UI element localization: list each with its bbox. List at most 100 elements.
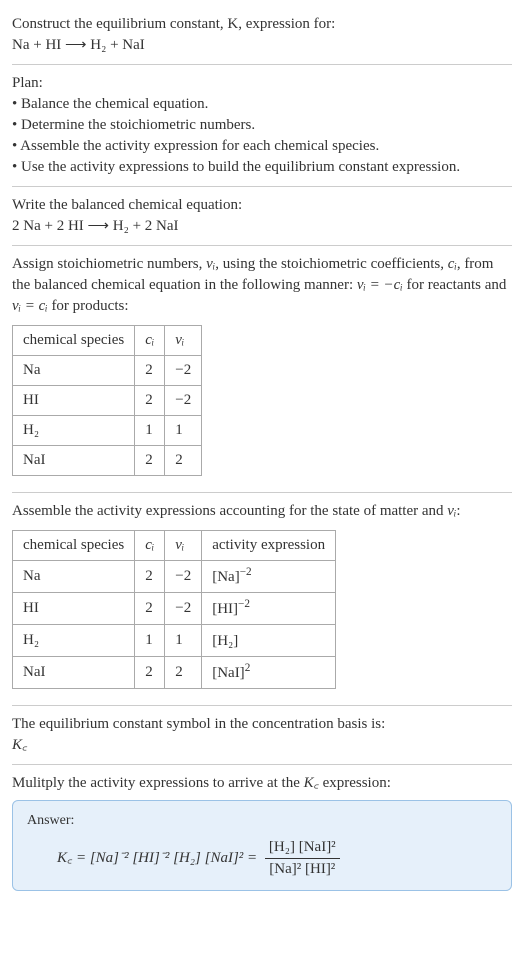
cell: [Na]−2 [202,561,336,593]
table-row: H₂ 1 1 [13,416,202,446]
cell: −2 [165,593,202,625]
table-row: HI 2 −2 [HI]−2 [13,593,336,625]
header-block: Construct the equilibrium constant, K, e… [12,8,512,62]
cell: 2 [135,561,165,593]
plan-item: • Determine the stoichiometric numbers. [12,115,512,136]
col-header: cᵢ [135,531,165,561]
multiply-block: Mulitply the activity expressions to arr… [12,767,512,897]
fraction-denominator: [Na]² [HI]² [265,859,340,880]
col-header: chemical species [13,326,135,356]
cell: −2 [165,356,202,386]
activity-table: chemical species cᵢ νᵢ activity expressi… [12,530,336,689]
table-row: HI 2 −2 [13,386,202,416]
plan-item: • Balance the chemical equation. [12,94,512,115]
text: Assign stoichiometric numbers, [12,256,206,272]
cell: −2 [165,561,202,593]
fraction-numerator: [H₂] [NaI]² [265,837,340,859]
table-row: NaI 2 2 [NaI]2 [13,657,336,689]
col-header: chemical species [13,531,135,561]
text: , using the stoichiometric coefficients, [215,256,448,272]
col-header: νᵢ [165,326,202,356]
balanced-equation: 2 Na + 2 HI ⟶ H₂ + 2 NaI [12,216,512,237]
stoich-table: chemical species cᵢ νᵢ Na 2 −2 HI 2 −2 H… [12,325,202,476]
divider [12,186,512,187]
answer-box: Answer: K꜀ = [Na]⁻² [HI]⁻² [H₂] [NaI]² =… [12,800,512,891]
cell: HI [13,593,135,625]
divider [12,492,512,493]
expr-sup: −2 [238,598,250,610]
cell: 2 [165,657,202,689]
plan-block: Plan: • Balance the chemical equation. •… [12,67,512,184]
activity-heading: Assemble the activity expressions accoun… [12,501,512,522]
divider [12,245,512,246]
table-row: H₂ 1 1 [H₂] [13,625,336,657]
kc-inline: K꜀ [304,775,319,791]
cell: 2 [135,657,165,689]
col-header: νᵢ [165,531,202,561]
rule-reactants: νᵢ = −cᵢ [357,277,403,293]
title-line: Construct the equilibrium constant, K, e… [12,14,512,35]
plan-item: • Assemble the activity expression for e… [12,136,512,157]
cell: H₂ [13,625,135,657]
fraction: [H₂] [NaI]² [Na]² [HI]² [265,837,340,880]
cell: 1 [135,625,165,657]
table-row: NaI 2 2 [13,446,202,476]
cell: [HI]−2 [202,593,336,625]
text: for products: [48,298,129,314]
stoich-text: Assign stoichiometric numbers, νᵢ, using… [12,254,512,317]
cell: 1 [165,625,202,657]
cell: [NaI]2 [202,657,336,689]
plan-item: • Use the activity expressions to build … [12,157,512,178]
kc-symbol: K꜀ [12,735,512,756]
nu-symbol: νᵢ [206,256,215,272]
cell: 2 [135,446,165,476]
text: for reactants and [403,277,507,293]
cell: 1 [165,416,202,446]
kc-symbol-line1: The equilibrium constant symbol in the c… [12,714,512,735]
activity-block: Assemble the activity expressions accoun… [12,495,512,703]
answer-label: Answer: [27,811,497,831]
cell: Na [13,356,135,386]
col-header: cᵢ [135,326,165,356]
plan-heading: Plan: [12,73,512,94]
expr-base: [HI] [212,601,238,617]
expr-base: [Na] [212,569,239,585]
rule-products: νᵢ = cᵢ [12,298,48,314]
balanced-block: Write the balanced chemical equation: 2 … [12,189,512,243]
cell: −2 [165,386,202,416]
cell: Na [13,561,135,593]
unbalanced-equation: Na + HI ⟶ H₂ + NaI [12,35,512,56]
balanced-heading: Write the balanced chemical equation: [12,195,512,216]
text: expression: [319,775,391,791]
kc-symbol-block: The equilibrium constant symbol in the c… [12,708,512,762]
cell: NaI [13,657,135,689]
table-header-row: chemical species cᵢ νᵢ activity expressi… [13,531,336,561]
divider [12,64,512,65]
col-header: activity expression [202,531,336,561]
answer-equation: K꜀ = [Na]⁻² [HI]⁻² [H₂] [NaI]² = [H₂] [N… [27,837,497,880]
table-row: Na 2 −2 [13,356,202,386]
expr-sup: −2 [240,566,252,578]
cell: NaI [13,446,135,476]
divider [12,705,512,706]
multiply-heading: Mulitply the activity expressions to arr… [12,773,512,794]
cell: 2 [135,356,165,386]
cell: 2 [165,446,202,476]
text: : [456,503,460,519]
cell: [H₂] [202,625,336,657]
nu-symbol: νᵢ [447,503,456,519]
cell: 1 [135,416,165,446]
expr-base: [NaI] [212,665,244,681]
table-header-row: chemical species cᵢ νᵢ [13,326,202,356]
text: Mulitply the activity expressions to arr… [12,775,304,791]
answer-lhs: K꜀ = [Na]⁻² [HI]⁻² [H₂] [NaI]² = [57,850,261,866]
title-text: Construct the equilibrium constant, K, e… [12,16,335,32]
cell: HI [13,386,135,416]
cell: H₂ [13,416,135,446]
cell: 2 [135,593,165,625]
expr-base: [H₂] [212,633,238,649]
stoich-block: Assign stoichiometric numbers, νᵢ, using… [12,248,512,490]
ci-symbol: cᵢ [448,256,457,272]
cell: 2 [135,386,165,416]
divider [12,764,512,765]
